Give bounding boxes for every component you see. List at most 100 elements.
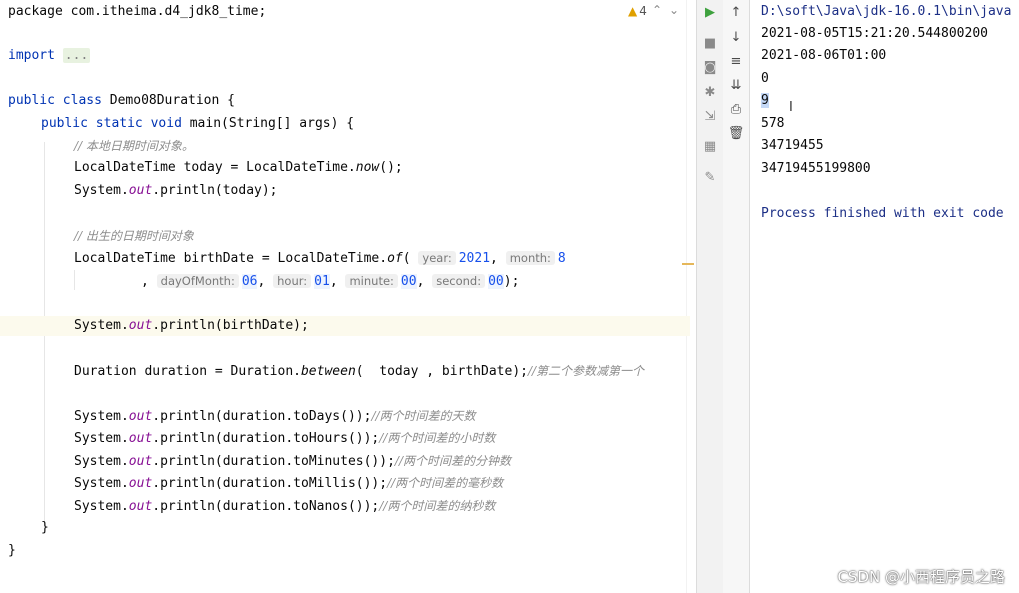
code-line-tohours[interactable]: System.out.println(duration.toHours());/… <box>74 428 495 448</box>
field-out: out <box>128 499 153 514</box>
warning-stripe[interactable] <box>682 263 694 265</box>
code-text: System. <box>74 476 129 491</box>
debug-icon[interactable]: ✱ <box>697 83 723 103</box>
console-output-line: 34719455 <box>761 138 824 153</box>
field-out: out <box>128 318 153 333</box>
code-line-class[interactable]: public class Demo08Duration { <box>8 91 235 111</box>
import-fold[interactable]: ... <box>62 48 91 63</box>
console-output-line: 578 <box>761 116 785 131</box>
keyword: void <box>150 116 182 131</box>
code-line-todays[interactable]: System.out.println(duration.toDays());//… <box>74 406 476 426</box>
print-icon[interactable]: ⎙ <box>723 100 749 120</box>
stop-icon[interactable]: ■ <box>697 34 723 54</box>
editor-scrollbar[interactable] <box>686 0 687 593</box>
run-toolbar: ▶ ■ ◙ ✱ ⇲ ▦ ✎ <box>696 0 724 593</box>
code-text: } <box>41 520 49 535</box>
code-comment: //两个时间差的小时数 <box>379 431 496 445</box>
camera-icon[interactable]: ◙ <box>697 58 723 78</box>
code-line-print-today[interactable]: System.out.println(today); <box>74 181 278 201</box>
code-line-close-method[interactable]: } <box>41 518 49 538</box>
code-line-package[interactable]: package com.itheima.d4_jdk8_time; <box>8 2 266 22</box>
keyword-import: import <box>8 48 55 63</box>
run-icon[interactable]: ▶ <box>697 3 723 23</box>
console-command: D:\soft\Java\jdk-16.0.1\bin\java <box>761 4 1012 19</box>
code-line-tomillis[interactable]: System.out.println(duration.toMillis());… <box>74 473 503 493</box>
keyword: static <box>95 116 143 131</box>
code-text: ); <box>503 274 520 289</box>
method-now: now <box>355 160 380 175</box>
code-text: System. <box>74 431 129 446</box>
code-comment: //两个时间差的分钟数 <box>394 454 512 468</box>
console-output-line: 2021-08-05T15:21:20.544800200 <box>761 26 988 41</box>
code-line-duration[interactable]: Duration duration = Duration.between( to… <box>74 361 644 381</box>
down-arrow-icon[interactable]: ↓ <box>723 28 749 48</box>
console-output-line: 0 <box>761 71 769 86</box>
code-line-comment[interactable]: // 本地日期时间对象。 <box>74 136 194 156</box>
number-literal: 00 <box>488 274 504 289</box>
code-line-birthdate[interactable]: LocalDateTime birthDate = LocalDateTime.… <box>74 248 566 268</box>
param-hint-year: year: <box>418 251 456 265</box>
chevron-down-icon[interactable]: ⌄ <box>669 3 679 17</box>
keyword: public <box>8 93 55 108</box>
code-text: ( today , birthDate); <box>355 364 528 379</box>
indent-guide <box>74 270 75 290</box>
code-line-print-birth-current[interactable]: System.out.println(birthDate); <box>0 316 690 336</box>
code-comment: //第二个参数减第一个 <box>527 364 645 378</box>
code-line-main[interactable]: public static void main(String[] args) { <box>41 114 354 134</box>
number-literal: 06 <box>241 274 258 289</box>
class-name: Demo08Duration { <box>109 93 235 108</box>
number-literal: 01 <box>314 274 330 289</box>
soft-wrap-icon[interactable]: ≡ <box>723 52 749 72</box>
code-text: (); <box>379 160 403 175</box>
exit-icon[interactable]: ⇲ <box>697 107 723 127</box>
param-hint-month: month: <box>505 251 555 265</box>
warning-icon: ▲ <box>628 4 638 18</box>
code-text: System. <box>74 499 129 514</box>
code-line-comment[interactable]: // 出生的日期时间对象 <box>74 226 194 246</box>
console-output-line: 9 <box>761 91 769 111</box>
code-line-tonanos[interactable]: System.out.println(duration.toNanos());/… <box>74 496 495 516</box>
watermark: CSDN @小西程序员之路 <box>837 568 1005 586</box>
chevron-up-icon[interactable]: ⌃ <box>652 3 662 17</box>
inspection-widget[interactable]: ▲ 4 <box>628 4 647 18</box>
field-out: out <box>128 476 153 491</box>
pin-icon[interactable]: ✎ <box>697 168 723 188</box>
warning-count: 4 <box>639 4 647 18</box>
code-text: .println(duration.toMinutes()); <box>152 454 395 469</box>
code-text: .println(duration.toMillis()); <box>152 476 388 491</box>
run-console[interactable]: D:\soft\Java\jdk-16.0.1\bin\java 2021-08… <box>750 0 1019 593</box>
package-statement: package com.itheima.d4_jdk8_time; <box>8 4 267 19</box>
code-line-close-class[interactable]: } <box>8 541 16 561</box>
scroll-end-icon[interactable]: ⇊ <box>723 76 749 96</box>
selected-text: 9 <box>761 93 769 108</box>
code-text: .println(duration.toDays()); <box>152 409 372 424</box>
method-of: of <box>387 251 403 266</box>
code-text: System. <box>74 409 129 424</box>
console-output-line: 34719455199800 <box>761 161 871 176</box>
code-text: .println(duration.toNanos()); <box>152 499 380 514</box>
code-text: .println(today); <box>152 183 278 198</box>
param-hint-day: dayOfMonth: <box>156 274 239 288</box>
trash-icon[interactable]: 🗑 <box>723 124 749 144</box>
up-arrow-icon[interactable]: ↑ <box>723 3 749 23</box>
code-line-today[interactable]: LocalDateTime today = LocalDateTime.now(… <box>74 158 403 178</box>
code-comment: //两个时间差的纳秒数 <box>379 499 496 513</box>
number-literal: 00 <box>400 274 417 289</box>
keyword: class <box>62 93 102 108</box>
console-toolbar: ↑ ↓ ≡ ⇊ ⎙ 🗑 <box>723 0 750 593</box>
param-hint-second: second: <box>432 274 486 288</box>
field-out: out <box>128 431 153 446</box>
layout-icon[interactable]: ▦ <box>697 137 723 157</box>
code-line-tominutes[interactable]: System.out.println(duration.toMinutes())… <box>74 451 511 471</box>
code-editor[interactable]: ▲ 4 ⌃ ⌄ package com.itheima.d4_jdk8_time;… <box>0 0 696 593</box>
field-out: out <box>128 454 153 469</box>
code-text: Duration duration = Duration. <box>74 364 301 379</box>
code-line-birthdate-cont[interactable]: , dayOfMonth: 06, hour: 01, minute: 00, sec… <box>141 271 519 291</box>
code-comment: //两个时间差的天数 <box>371 409 476 423</box>
process-finished-line: Process finished with exit code <box>761 206 1004 221</box>
number-literal: 2021 <box>458 251 491 266</box>
console-output-line: 2021-08-06T01:00 <box>761 48 887 63</box>
code-line-import[interactable]: import ... <box>8 46 91 66</box>
code-comment: // 出生的日期时间对象 <box>74 229 194 243</box>
code-text: System. <box>74 454 129 469</box>
